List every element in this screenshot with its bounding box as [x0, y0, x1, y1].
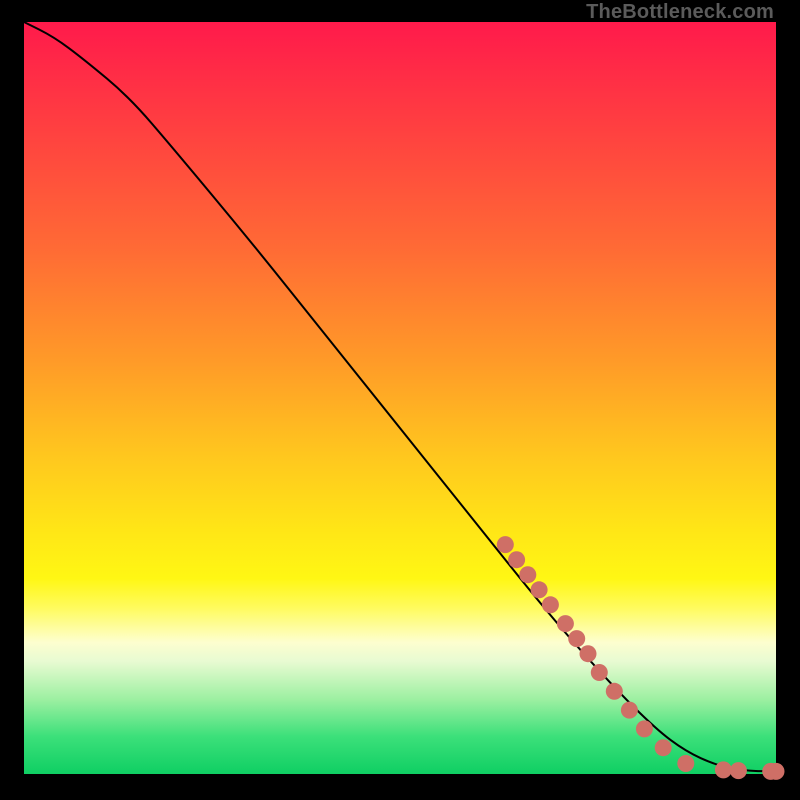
highlight-dot — [508, 551, 525, 568]
highlight-dot — [606, 683, 623, 700]
watermark-text: TheBottleneck.com — [586, 2, 774, 22]
highlight-dot — [557, 615, 574, 632]
highlight-dot — [655, 739, 672, 756]
highlight-dot — [677, 755, 694, 772]
highlight-dot — [568, 630, 585, 647]
highlight-dot — [531, 581, 548, 598]
highlight-dot — [542, 596, 559, 613]
highlight-dot — [580, 645, 597, 662]
highlight-dot — [715, 761, 732, 778]
highlight-dot — [497, 536, 514, 553]
chart-svg — [24, 22, 776, 774]
highlighted-dots-group — [497, 536, 785, 780]
chart-stage: TheBottleneck.com — [0, 0, 800, 800]
plot-area — [24, 22, 776, 774]
highlight-dot — [768, 763, 785, 780]
bottleneck-curve — [24, 22, 776, 771]
highlight-dot — [636, 720, 653, 737]
highlight-dot — [730, 762, 747, 779]
highlight-dot — [621, 702, 638, 719]
highlight-dot — [591, 664, 608, 681]
highlight-dot — [519, 566, 536, 583]
